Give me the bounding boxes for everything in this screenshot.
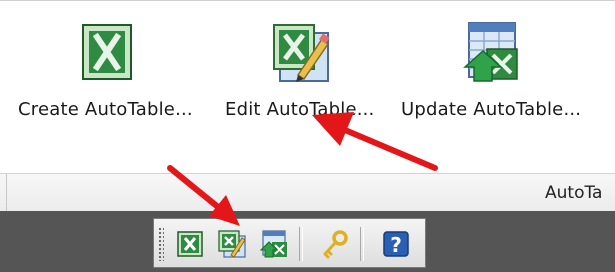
ribbon-group-bar: AutoTa [0,173,615,213]
excel-edit-icon [272,24,330,82]
create-autotable-button[interactable]: Create AutoTable... [18,19,193,139]
edit-autotable-label: Edit AutoTable... [225,99,375,120]
autotable-toolbar: ? [153,218,426,268]
update-autotable-label: Update AutoTable... [401,99,582,120]
toolbar-separator [299,227,303,261]
excel-edit-icon [218,230,246,258]
toolbar-help-button[interactable]: ? [378,226,414,262]
ribbon-panel: Create AutoTable... Edit AutoTable... Up… [0,0,615,213]
group-divider [6,174,7,212]
excel-update-icon [463,22,518,82]
toolbar-edit-autotable-button[interactable] [214,226,250,262]
toolbar-update-autotable-button[interactable] [256,226,292,262]
key-icon [323,230,348,259]
edit-autotable-button[interactable]: Edit AutoTable... [225,19,374,139]
help-icon: ? [383,231,409,257]
excel-create-icon [177,231,203,257]
toolbar-grip-handle[interactable] [158,227,164,261]
update-autotable-button[interactable]: Update AutoTable... [401,19,581,139]
excel-create-icon [82,24,133,80]
excel-update-icon [259,230,287,258]
toolbar-key-button[interactable] [317,226,353,262]
create-autotable-label: Create AutoTable... [18,99,193,120]
toolbar-separator [360,227,364,261]
ribbon-group-title: AutoTa [545,183,603,203]
toolbar-create-autotable-button[interactable] [172,226,208,262]
svg-text:?: ? [390,233,402,257]
